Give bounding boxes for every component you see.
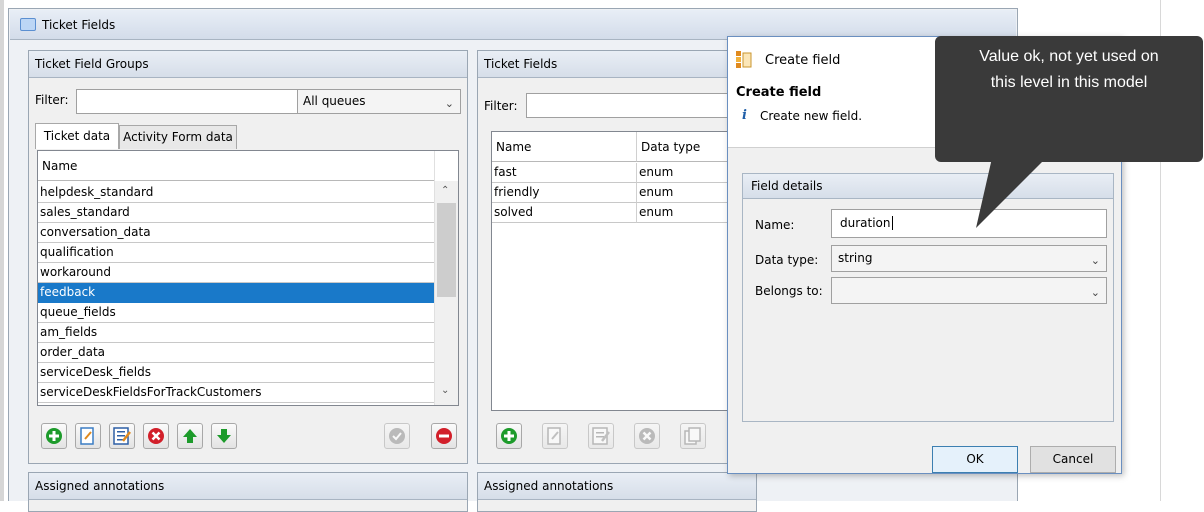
list-item[interactable]: order_data [38, 343, 434, 363]
delete-group-button[interactable] [143, 423, 169, 449]
callout-line-1: Value ok, not yet used on [979, 48, 1159, 65]
edit-group-button[interactable] [75, 423, 101, 449]
panel-title: Assigned annotations [484, 479, 614, 493]
scrollbar-thumb[interactable] [437, 203, 456, 297]
callout-tooltip: Value ok, not yet used on this level in … [935, 36, 1203, 162]
list-item[interactable]: sales_standard [38, 203, 434, 223]
group-title: Field details [751, 179, 823, 193]
dialog-heading: Create field [736, 85, 822, 100]
edit-field-button[interactable] [542, 423, 568, 449]
move-down-icon [217, 429, 231, 443]
queue-select-value: All queues [303, 94, 366, 108]
list-item-selected[interactable]: feedback [38, 283, 434, 303]
info-icon: i [742, 108, 747, 123]
ticket-field-groups-panel: Ticket Field Groups Filter: All queues ⌄… [28, 50, 468, 464]
scroll-up-icon[interactable]: ⌃ [441, 185, 449, 196]
panel-header: Ticket Fields [478, 51, 756, 78]
cancel-button[interactable]: Cancel [1030, 446, 1116, 473]
tab-ticket-data[interactable]: Ticket data [35, 123, 119, 149]
panel-header: Assigned annotations [29, 473, 467, 500]
header-corner [434, 151, 458, 181]
list-item[interactable]: queue_fields [38, 303, 434, 323]
delete-icon [148, 428, 164, 444]
add-group-button[interactable] [41, 423, 67, 449]
assigned-annotations-panel-middle: Assigned annotations [477, 472, 757, 512]
column-header-name[interactable]: Name [38, 151, 434, 181]
belongs-to-select[interactable]: ⌄ [831, 277, 1107, 304]
chevron-down-icon: ⌄ [444, 97, 454, 110]
text-cursor [891, 216, 893, 230]
table-cell-name[interactable]: solved [492, 203, 637, 223]
edit-icon [80, 427, 94, 445]
panel-title: Assigned annotations [35, 479, 165, 493]
data-type-select[interactable]: string ⌄ [831, 245, 1107, 272]
list-item[interactable]: qualification [38, 243, 434, 263]
data-type-value: string [838, 251, 873, 265]
field-details-group: Field details Name: duration Data type: … [742, 173, 1114, 422]
add-icon [46, 428, 62, 444]
filter-label: Filter: [35, 93, 69, 107]
copy-field-button[interactable] [680, 423, 706, 449]
move-down-button[interactable] [211, 423, 237, 449]
ticket-fields-panel: Ticket Fields Filter: Name Data type fas… [477, 50, 757, 464]
add-field-button[interactable] [496, 423, 522, 449]
window-icon [20, 18, 36, 31]
group-list: Name helpdesk_standard sales_standard co… [37, 150, 459, 406]
field-table: Name Data type fast enum friendly enum s… [491, 131, 756, 411]
confirm-button[interactable] [384, 423, 410, 449]
table-cell-name[interactable]: friendly [492, 183, 637, 203]
list-item[interactable]: workaround [38, 263, 434, 283]
callout-line-2: this level in this model [990, 74, 1148, 91]
delete-field-button[interactable] [634, 423, 660, 449]
field-filter-input[interactable] [526, 93, 756, 118]
queue-select[interactable]: All queues ⌄ [297, 89, 461, 114]
panel-title: Ticket Fields [484, 57, 558, 71]
group-header: Field details [743, 174, 1113, 199]
copy-icon [684, 427, 701, 445]
add-icon [501, 428, 517, 444]
assigned-annotations-panel-left: Assigned annotations [28, 472, 468, 512]
column-header-name[interactable]: Name [492, 132, 637, 162]
edit-field-details-button[interactable] [588, 423, 614, 449]
tab-activity-form-data[interactable]: Activity Form data [119, 125, 237, 149]
data-type-label: Data type: [755, 253, 819, 267]
remove-button[interactable] [431, 423, 457, 449]
edit-details-icon [592, 427, 610, 445]
window-title: Ticket Fields [42, 18, 116, 32]
callout-pointer [976, 158, 1046, 228]
edit-details-icon [113, 427, 131, 445]
list-item[interactable]: am_fields [38, 323, 434, 343]
list-item[interactable]: serviceDesk_fields [38, 363, 434, 383]
edit-icon [547, 427, 561, 445]
group-filter-input[interactable] [76, 89, 320, 114]
list-item[interactable]: conversation_data [38, 223, 434, 243]
scroll-down-icon[interactable]: ⌄ [441, 385, 449, 396]
move-up-button[interactable] [177, 423, 203, 449]
table-cell-name[interactable]: fast [492, 163, 637, 183]
name-label: Name: [755, 218, 795, 232]
filter-label: Filter: [484, 99, 518, 113]
edit-details-button[interactable] [109, 423, 135, 449]
check-icon [389, 428, 405, 444]
list-item[interactable]: helpdesk_standard [38, 183, 434, 203]
panel-header: Assigned annotations [478, 473, 756, 500]
name-input-value: duration [840, 216, 891, 230]
belongs-to-label: Belongs to: [755, 284, 823, 298]
window-left-edge [0, 0, 4, 501]
delete-icon [639, 428, 655, 444]
vertical-scrollbar[interactable]: ⌃ ⌄ [434, 181, 458, 405]
chevron-down-icon: ⌄ [1090, 254, 1100, 267]
ok-button[interactable]: OK [932, 446, 1018, 473]
dialog-description: Create new field. [760, 109, 863, 123]
list-item[interactable]: serviceDeskFieldsForTrackCustomers [38, 383, 434, 403]
dialog-app-icon [736, 51, 752, 68]
move-up-icon [183, 429, 197, 443]
panel-header: Ticket Field Groups [29, 51, 467, 78]
dialog-title: Create field [765, 53, 841, 68]
panel-title: Ticket Field Groups [35, 57, 149, 71]
chevron-down-icon: ⌄ [1090, 286, 1100, 299]
remove-icon [436, 428, 452, 444]
